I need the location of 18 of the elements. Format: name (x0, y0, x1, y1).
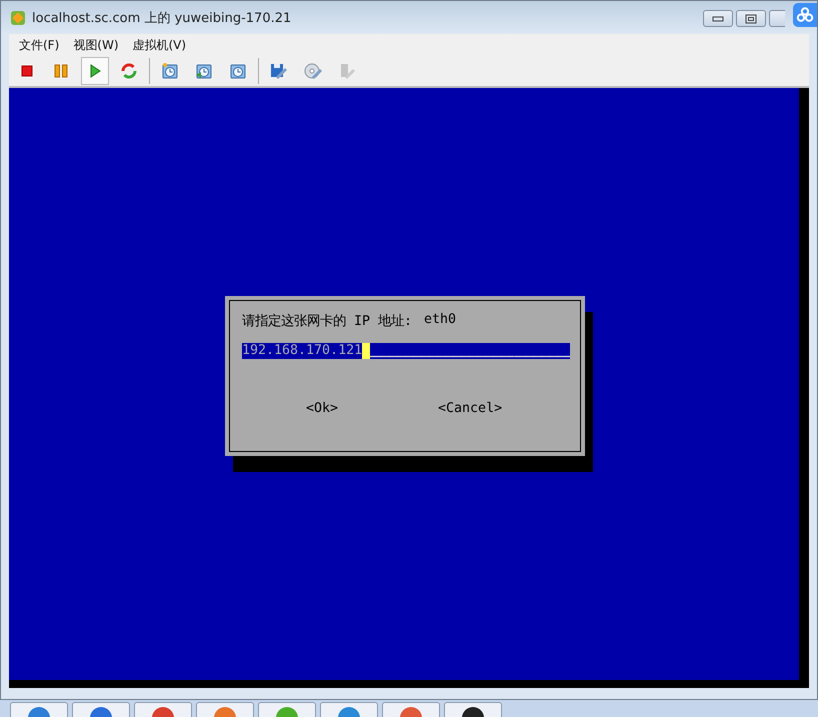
close-button[interactable] (769, 10, 785, 27)
menu-item[interactable]: 视图(W) (73, 36, 118, 54)
dialog-button[interactable]: <Cancel> (438, 401, 502, 416)
minimize-icon (712, 16, 724, 22)
dialog-button[interactable]: <Ok> (306, 401, 338, 416)
device-name: eth0 (424, 312, 456, 329)
ip-input-field[interactable]: 192.168.170.121 _________________________ (242, 343, 570, 359)
maximize-icon (745, 14, 757, 24)
minimize-button[interactable] (703, 10, 733, 27)
menu-item[interactable]: 虚拟机(V) (132, 36, 186, 54)
cloud-widget-icon[interactable] (793, 3, 817, 27)
text-cursor (362, 343, 370, 359)
menu-item[interactable]: 文件(F) (19, 36, 60, 54)
app-logo-icon (10, 10, 26, 26)
window-title: localhost.sc.com 上的 yuweibing-170.21 (32, 10, 292, 26)
play-icon[interactable] (81, 57, 109, 85)
maximize-button[interactable] (736, 10, 766, 27)
dialog-prompt: 请指定这张网卡的 IP 地址: (242, 312, 412, 330)
